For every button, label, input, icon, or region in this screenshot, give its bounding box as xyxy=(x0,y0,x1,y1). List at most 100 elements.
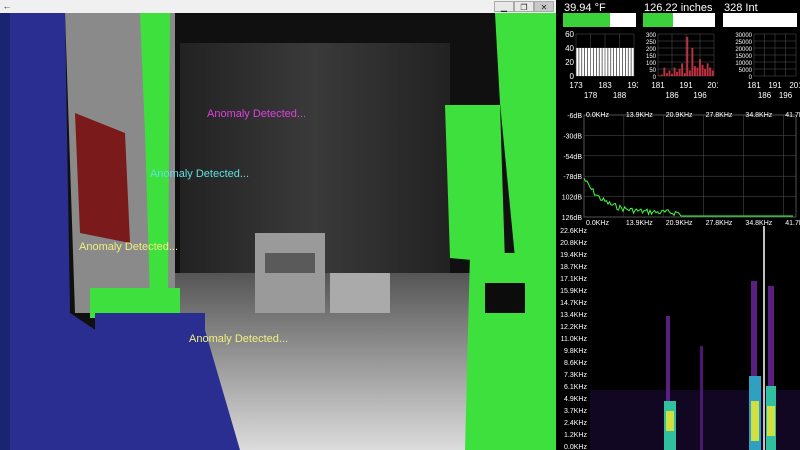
hist-bar xyxy=(605,48,608,76)
spectrogram-freq-label: 15.9KHz xyxy=(560,288,587,295)
hist-x-tick-label: 183 xyxy=(598,81,612,90)
spectrum-db-label: -30dB xyxy=(563,133,582,140)
hist-bar xyxy=(711,70,714,76)
hist-bar xyxy=(681,63,684,76)
hist-bar xyxy=(693,66,696,76)
spectrogram-freq-label: 14.7KHz xyxy=(560,300,587,307)
anomaly-label: Anomaly Detected... xyxy=(207,108,307,120)
hist-y-tick-label: 15000 xyxy=(735,54,752,60)
hist-bar xyxy=(599,48,602,76)
distance-histogram: 300250200150100500181191201186196 xyxy=(646,33,718,100)
hist-y-tick-label: 20000 xyxy=(735,47,752,53)
hist-bar xyxy=(683,73,686,76)
hist-bar xyxy=(619,48,623,76)
close-button[interactable]: ✕ xyxy=(534,1,554,12)
hist-bar xyxy=(576,48,579,76)
minimize-icon: ▁ xyxy=(500,3,508,12)
spectrogram-burst xyxy=(666,411,674,431)
hist-y-tick-label: 30000 xyxy=(735,33,752,39)
intensity-level-bar xyxy=(723,13,797,27)
spectrum-freq-label-top: 13.9KHz xyxy=(626,112,653,119)
hist-y-tick-label: 200 xyxy=(646,47,657,53)
distance-level-bar xyxy=(643,13,715,27)
hist-bar xyxy=(696,67,699,76)
hist-y-tick-label: 5000 xyxy=(739,68,753,74)
audio-spectrum-plot: -6dB-30dB-54dB-78dB102dB126dB0.0KHz0.0KH… xyxy=(562,112,800,227)
spectrogram-freq-label: 17.1KHz xyxy=(560,276,587,283)
hist-y-tick-label: 20 xyxy=(565,58,574,67)
spectrum-db-label: 126dB xyxy=(562,215,583,222)
spectrum-freq-label-top: 34.8KHz xyxy=(745,112,772,119)
hist-bar xyxy=(608,48,611,76)
distance-level-fill xyxy=(643,13,674,27)
spectrogram-freq-label: 8.6KHz xyxy=(564,360,587,367)
hist-bar xyxy=(593,48,596,76)
temperature-level-bar xyxy=(563,13,636,27)
hist-bar xyxy=(611,48,614,76)
spectrogram-burst xyxy=(751,401,759,441)
audio-spectrogram: 22.6KHz 20.8KHz 19.4KHz 18.7KHz 17.1KHz 15.9K… xyxy=(560,226,800,450)
window-titlebar: ← ▁ ❐ ✕ xyxy=(0,0,556,14)
spectrum-freq-label-top: 27.8KHz xyxy=(706,112,733,119)
hist-x-tick-label: 191 xyxy=(768,81,782,90)
sensor-panel: 39.94 °F 126.22 inches 328 Int 60 40 20 0 17… xyxy=(556,0,800,450)
hist-bar xyxy=(602,48,605,76)
hist-y-tick-label: 60 xyxy=(565,30,574,39)
hist-bar xyxy=(668,70,671,76)
spectrogram-burst xyxy=(767,406,775,436)
spectrogram-freq-label: 13.4KHz xyxy=(560,312,587,319)
spectrogram-freq-label: 22.6KHz xyxy=(560,228,587,235)
hist-y-tick-label: 100 xyxy=(646,61,657,67)
hist-bar xyxy=(590,48,594,76)
hist-x-tick-label: 193 xyxy=(627,81,638,90)
hist-bar xyxy=(673,67,676,76)
spectrogram-freq-label: 1.2KHz xyxy=(564,432,587,439)
hist-y-tick-label: 40 xyxy=(565,44,574,53)
spectrogram-freq-label: 18.7KHz xyxy=(560,264,587,271)
hist-x-tick-label: 178 xyxy=(584,91,598,100)
hist-y-tick-label: 0 xyxy=(570,72,575,81)
spectrogram-freq-label: 6.1KHz xyxy=(564,384,587,391)
spectrum-freq-label-top: 0.0KHz xyxy=(586,112,609,119)
hist-bar xyxy=(688,70,691,76)
hist-bar xyxy=(706,63,709,76)
spectrogram-freq-label: 12.2KHz xyxy=(560,324,587,331)
spectrum-frame xyxy=(583,114,797,218)
hist-x-tick-label: 186 xyxy=(665,91,679,100)
hist-x-tick-label: 181 xyxy=(747,81,761,90)
back-arrow-icon[interactable]: ← xyxy=(1,0,13,12)
hist-x-tick-label: 188 xyxy=(613,91,627,100)
hist-y-tick-label: 300 xyxy=(646,33,657,39)
hist-bar xyxy=(625,48,628,76)
spectrum-db-label: 102dB xyxy=(562,195,583,202)
spectrogram-freq-label: 4.9KHz xyxy=(564,396,587,403)
spectrum-freq-label-top: 20.9KHz xyxy=(666,112,693,119)
maximize-icon: ❐ xyxy=(520,3,528,12)
hist-bar xyxy=(579,48,582,76)
spectrogram-freq-label: 20.8KHz xyxy=(560,240,587,247)
hist-bar xyxy=(596,48,599,76)
hist-x-tick-label: 186 xyxy=(758,91,772,100)
hist-bar xyxy=(699,59,701,76)
spectrum-db-label: -78dB xyxy=(563,174,582,181)
spectrum-db-label: -54dB xyxy=(563,154,582,161)
minimize-button[interactable]: ▁ xyxy=(494,1,514,12)
anomaly-label: Anomaly Detected... xyxy=(189,333,289,345)
spectrogram-freq-label: 11.0KHz xyxy=(561,336,588,343)
hist-bar xyxy=(616,48,620,76)
hist-x-tick-label: 181 xyxy=(651,81,665,90)
maximize-button[interactable]: ❐ xyxy=(514,1,534,12)
hist-bar xyxy=(686,36,689,76)
spectrogram-freq-label: 2.4KHz xyxy=(564,420,587,427)
depth-image xyxy=(0,13,556,450)
hist-x-tick-label: 201 xyxy=(789,81,800,90)
hist-bar xyxy=(709,67,712,76)
spectrogram-burst xyxy=(700,346,703,450)
hist-bar xyxy=(587,48,591,76)
hist-bar xyxy=(585,48,588,76)
hist-bar xyxy=(663,67,666,76)
spectrogram-freq-label: 3.7KHz xyxy=(564,408,587,415)
close-icon: ✕ xyxy=(540,3,548,12)
hist-bar xyxy=(582,48,585,76)
hist-bar xyxy=(678,69,681,76)
